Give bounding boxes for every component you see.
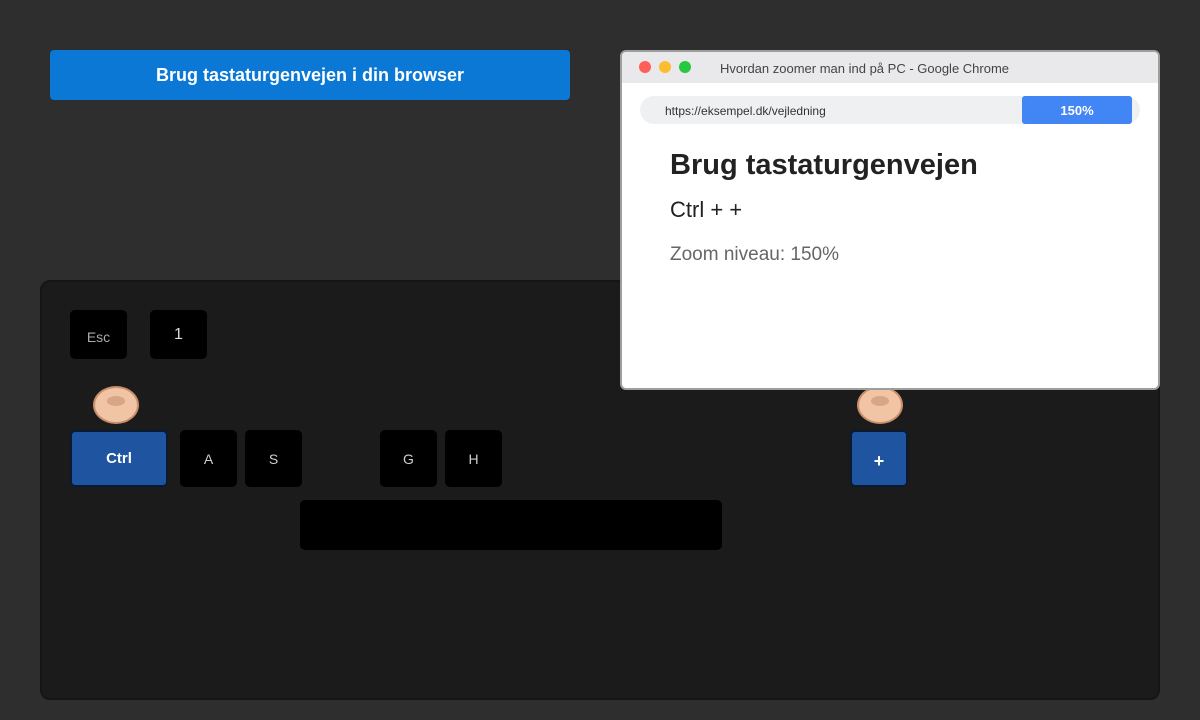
key-esc-label: Esc: [86, 328, 111, 345]
key-g-label: G: [403, 450, 414, 467]
key-g[interactable]: G: [380, 430, 437, 487]
key-plus[interactable]: +: [850, 430, 908, 487]
window-title: Hvordan zoomer man ind på PC - Google Ch…: [720, 61, 1010, 76]
minimize-window-icon[interactable]: [659, 61, 671, 73]
browser-window: Hvordan zoomer man ind på PC - Google Ch…: [620, 50, 1160, 390]
key-a[interactable]: A: [180, 430, 237, 487]
key-1-label: 1: [174, 325, 183, 343]
key-esc[interactable]: Esc: [70, 310, 127, 359]
finger-left-icon: [93, 386, 139, 424]
key-s[interactable]: S: [245, 430, 302, 487]
zoom-indicator-label: 150%: [1060, 102, 1094, 118]
close-window-icon[interactable]: [639, 61, 651, 73]
maximize-window-icon[interactable]: [679, 61, 691, 73]
page-heading: Brug tastaturgenvejen: [670, 149, 978, 181]
key-h-label: H: [468, 450, 479, 467]
zoom-indicator[interactable]: 150%: [1022, 96, 1132, 124]
key-space[interactable]: [300, 500, 722, 550]
browser-titlebar: Hvordan zoomer man ind på PC - Google Ch…: [622, 52, 1158, 83]
key-s-label: S: [268, 450, 279, 467]
finger-right-icon: [857, 386, 903, 424]
shortcut-text: Ctrl + +: [670, 197, 743, 222]
fingernail-icon: [871, 396, 889, 406]
fingernail-icon: [107, 396, 125, 406]
key-ctrl[interactable]: Ctrl: [70, 430, 168, 487]
banner-title: Brug tastaturgenvejen i din browser: [155, 64, 465, 85]
key-h[interactable]: H: [445, 430, 502, 487]
key-ctrl-label: Ctrl: [106, 450, 132, 467]
key-plus-label: +: [873, 451, 885, 471]
key-a-label: A: [203, 450, 214, 467]
instruction-banner: Brug tastaturgenvejen i din browser: [50, 50, 570, 100]
zoom-level-text: Zoom niveau: 150%: [670, 244, 839, 265]
url-text: https://eksempel.dk/vejledning: [665, 104, 826, 118]
address-bar[interactable]: https://eksempel.dk/vejledning 150%: [640, 96, 1140, 124]
key-1[interactable]: 1: [150, 310, 207, 359]
